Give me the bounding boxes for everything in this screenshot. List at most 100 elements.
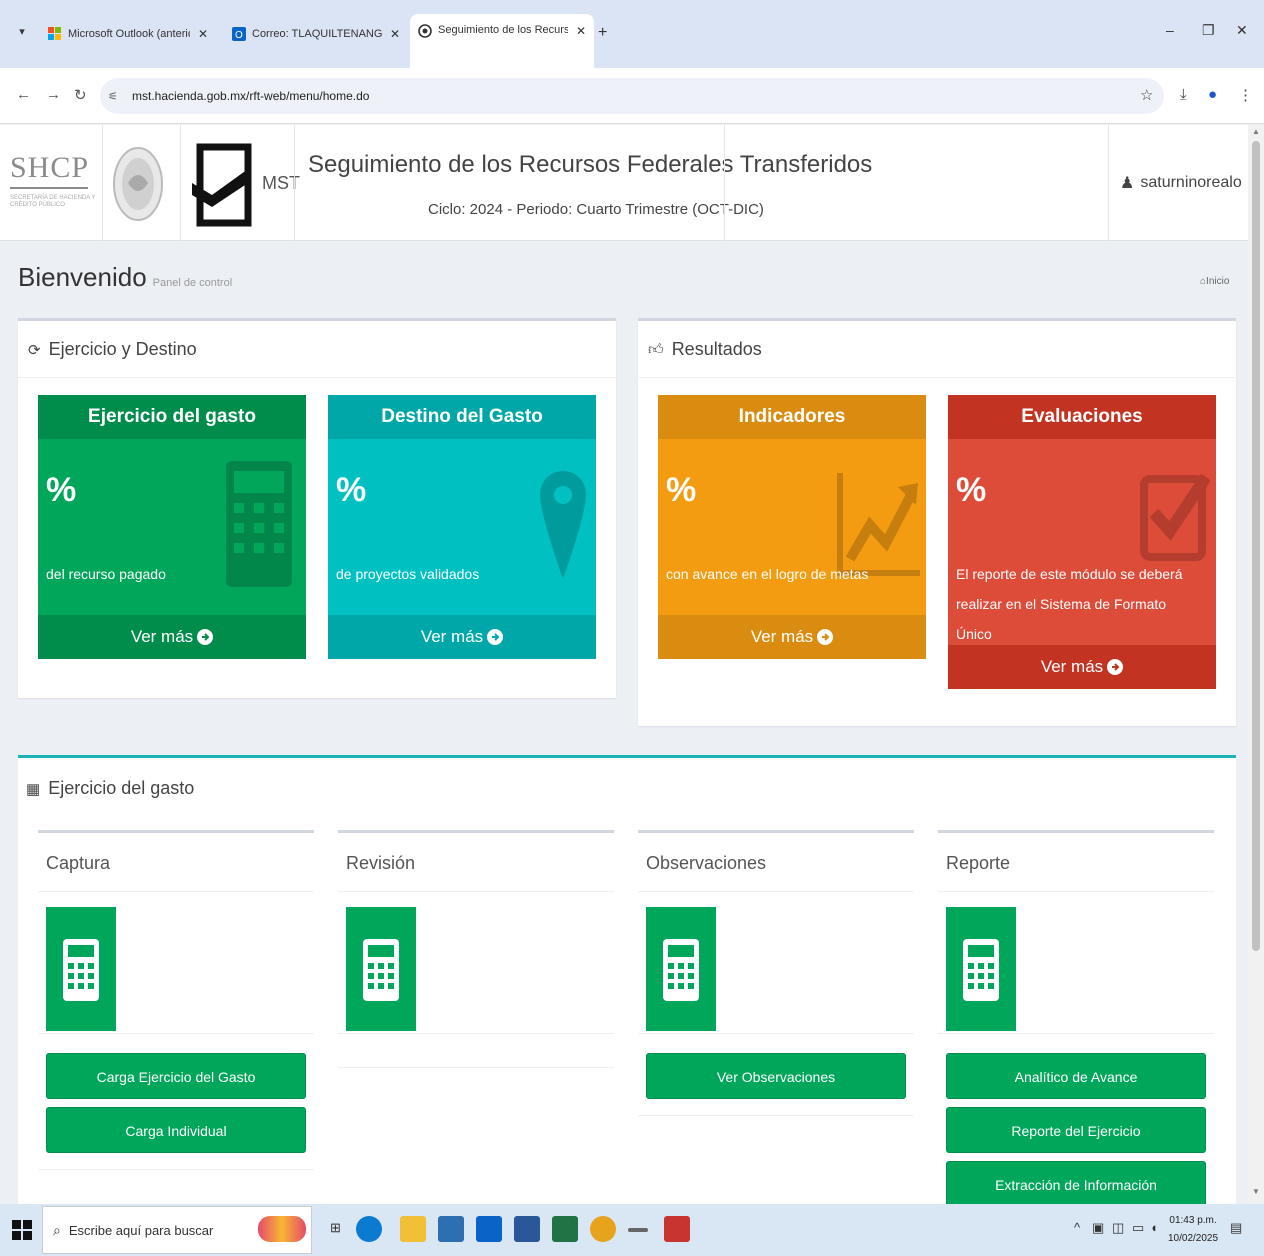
tray-chevron-icon[interactable]: ^ [1074,1220,1080,1235]
tile-percent: % [46,471,77,509]
calculator-icon: ▦ [26,780,41,798]
reload-icon[interactable]: ↻ [74,86,87,104]
breadcrumb[interactable]: ⌂Inicio [1200,276,1229,287]
ver-observaciones-button[interactable]: Ver Observaciones [646,1053,906,1099]
volume-icon[interactable]: ◖ [1150,1220,1158,1235]
app-title: Seguimiento de los Recursos Federales Tr… [308,151,873,178]
app-cycle: Ciclo: 2024 - Periodo: Cuarto Trimestre … [428,201,764,218]
tile-percent: % [666,471,697,509]
address-bar-row: ← → ↻ ⚟ mst.hacienda.gob.mx/rft-web/menu… [0,68,1264,124]
chrome-page-icon [418,24,432,38]
tile-more-label: Ver más [750,627,814,646]
column-title: Captura [46,853,111,873]
arrow-circle-right-icon [487,629,504,645]
tile-more-link[interactable]: Ver más [658,615,926,659]
page-heading: Bienvenido [18,262,147,292]
star-icon[interactable]: ☆ [1140,86,1153,104]
store-icon[interactable] [438,1216,464,1242]
carga-ejercicio-gasto-button[interactable]: Carga Ejercicio del Gasto [46,1053,306,1099]
file-explorer-icon[interactable] [400,1216,426,1242]
tile-indicadores: Indicadores % con avance en el logro de … [658,395,926,659]
extraccion-informacion-button[interactable]: Extracción de Información [946,1161,1206,1207]
task-view-icon[interactable]: ⊞ [330,1220,341,1236]
browser-tab-bar: ▾ Microsoft Outlook (anteriorme ✕ O Corr… [0,0,1264,68]
user-icon: ♟ [1120,175,1135,192]
close-tab-icon[interactable]: ✕ [576,24,586,38]
box-resultados: 👍︎ Resultados Indicadores % con avance e… [638,318,1236,726]
box-title-text: Ejercicio y Destino [48,339,197,359]
tab-seguimiento[interactable]: Seguimiento de los Recursos F ✕ [410,14,594,68]
tile-more-link[interactable]: Ver más [948,645,1216,689]
tile-more-label: Ver más [420,627,484,646]
page-scrollbar[interactable]: ▲ ▼ [1248,125,1264,1203]
tile-ejercicio-gasto: Ejercicio del gasto % del recurso pagado… [38,395,306,659]
chrome-icon[interactable] [590,1216,616,1242]
analitico-avance-button[interactable]: Analítico de Avance [946,1053,1206,1099]
scroll-down-icon[interactable]: ▼ [1252,1187,1260,1196]
profile-icon[interactable]: ● [1208,86,1217,103]
scroll-up-icon[interactable]: ▲ [1252,127,1260,136]
mail-icon: O [232,27,246,41]
mail-app-icon[interactable] [476,1216,502,1242]
windows-icon[interactable] [12,1220,32,1240]
menu-icon[interactable]: ⋮ [1238,86,1253,104]
column-title: Revisión [346,853,416,873]
arrow-circle-right-icon [1107,659,1124,675]
tile-title: Ejercicio del gasto [38,395,306,439]
tile-description: de proyectos validados [336,566,480,582]
tab-title: Seguimiento de los Recursos F [438,24,568,36]
back-icon[interactable]: ← [16,86,31,103]
tile-title: Destino del Gasto [328,395,596,439]
clock-time: 01:43 p.m. [1169,1215,1217,1226]
download-icon[interactable]: ⤓ [1180,86,1187,103]
reporte-ejercicio-button[interactable]: Reporte del Ejercicio [946,1107,1206,1153]
close-tab-icon[interactable]: ✕ [390,27,400,41]
tab-search-dropdown-icon[interactable]: ▾ [12,22,32,42]
tile-evaluaciones: Evaluaciones % El reporte de este módulo… [948,395,1216,689]
excel-icon[interactable] [552,1216,578,1242]
notifications-icon[interactable]: ▤ [1230,1220,1242,1236]
new-tab-icon[interactable]: + [598,24,607,42]
battery-icon[interactable]: ▭ [1132,1220,1144,1236]
tile-percent: % [336,471,367,509]
tile-description: con avance en el logro de metas [666,566,869,582]
tile-more-label: Ver más [1040,657,1104,676]
app-header: SHCP SECRETARÍA DE HACIENDA Y CRÉDITO PÚ… [0,125,1248,241]
url-input[interactable]: ⚟ mst.hacienda.gob.mx/rft-web/menu/home.… [100,78,1164,114]
word-icon[interactable] [514,1216,540,1242]
tray-app-icon[interactable]: ▣ [1092,1220,1104,1236]
box-title-text: Resultados [671,339,762,359]
box-title: 👍︎ Resultados [648,339,762,360]
network-icon[interactable]: ◫ [1112,1220,1124,1236]
national-seal-icon [113,147,163,221]
tile-more-link[interactable]: Ver más [328,615,596,659]
tab-outlook[interactable]: Microsoft Outlook (anteriorme ✕ [40,18,216,50]
tab-title: Correo: TLAQUILTENANGO MC [252,28,382,40]
edge-icon[interactable] [356,1216,382,1242]
refresh-icon: ⟳ [28,341,41,359]
shcp-logo-text: SHCP [10,151,90,184]
column-title: Observaciones [646,853,767,873]
column-reporte: Reporte Analítico de Avance Reporte del … [938,830,1214,1207]
taskbar-clock[interactable]: 01:43 p.m. 10/02/2025 [1168,1212,1218,1248]
arrow-circle-right-icon [817,629,834,645]
tile-title: Indicadores [658,395,926,439]
tile-destino-gasto: Destino del Gasto % de proyectos validad… [328,395,596,659]
scroll-thumb[interactable] [1252,141,1260,951]
tile-more-link[interactable]: Ver más [38,615,306,659]
restore-icon[interactable]: ❐ [1202,22,1215,39]
app-icon[interactable] [664,1216,690,1242]
carga-individual-button[interactable]: Carga Individual [46,1107,306,1153]
section-title-text: Ejercicio del gasto [48,778,195,798]
calculator-icon [963,939,999,1001]
tune-icon[interactable]: ⚟ [108,90,124,103]
close-tab-icon[interactable]: ✕ [198,27,208,41]
page-subheading: Panel de control [152,277,233,289]
checkbox-icon [1140,473,1210,561]
forward-icon[interactable]: → [46,86,61,103]
user-menu[interactable]: ♟ saturninorealo [1120,173,1242,193]
minimize-icon[interactable]: – [1166,22,1174,38]
close-window-icon[interactable]: ✕ [1236,22,1248,39]
calculator-icon [363,939,399,1001]
tab-correo[interactable]: O Correo: TLAQUILTENANGO MC ✕ [224,18,408,50]
